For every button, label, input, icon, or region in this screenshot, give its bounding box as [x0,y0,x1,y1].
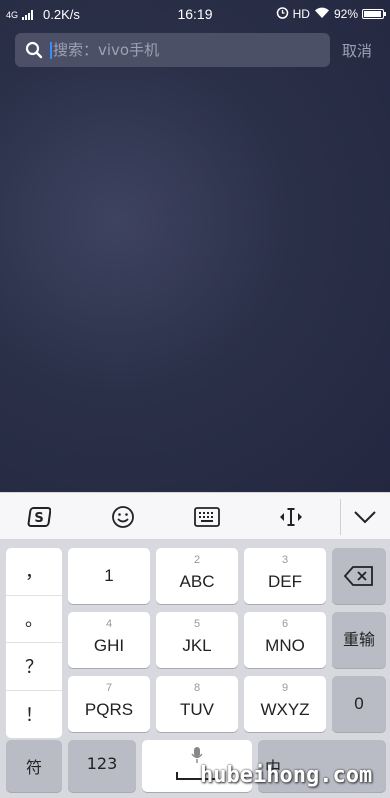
status-right: HD 92% [276,6,386,22]
battery-percent: 92% [333,7,358,21]
hd-label: HD [292,7,310,21]
key-0[interactable]: 0 [332,676,386,732]
toolbar-divider [340,499,341,535]
key-label: TUV [180,700,214,719]
symbol-key[interactable]: 符 [6,740,62,792]
emoji-icon[interactable] [108,503,138,531]
backspace-icon [343,566,374,591]
punctuation-column: ， 。 ？ ！ [6,548,62,738]
key-number: 8 [193,682,201,694]
key-number: 6 [281,618,289,630]
key-wxyz[interactable]: 9 WXYZ [244,676,326,732]
key-label: 123 [86,754,118,773]
app-background [0,0,390,492]
key-def[interactable]: 3 DEF [244,548,326,604]
alarm-icon [276,6,289,22]
watermark: hubeihong.com [200,763,373,788]
key-label: PQRS [84,700,134,719]
key-number: 4 [105,618,113,630]
sogou-logo-icon[interactable]: S [24,503,54,531]
key-pqrs[interactable]: 7 PQRS [68,676,150,732]
key-label: DEF [268,572,302,591]
svg-text:S: S [34,511,43,526]
keyboard: ， 。 ？ ！ 1 2 ABC 3 DEF 4 GHI 5 JKL 6 MNO … [0,540,390,798]
battery-icon [362,9,386,19]
key-label: GHI [93,636,125,655]
key-number: 9 [281,682,289,694]
key-label: 符 [25,758,42,777]
numbers-key[interactable]: 123 [68,740,136,792]
punct-key[interactable]: ， [6,548,62,596]
battery-fill [364,11,381,17]
status-bar: 4G 0.2K/s 16:19 HD 92% [0,0,390,28]
key-ghi[interactable]: 4 GHI [68,612,150,668]
key-number: 7 [105,682,113,694]
key-label: WXYZ [260,700,310,719]
key-number: 3 [281,554,289,566]
search-input[interactable] [53,37,323,63]
key-jkl[interactable]: 5 JKL [156,612,238,668]
key-mno[interactable]: 6 MNO [244,612,326,668]
search-icon [25,41,43,64]
text-cursor [50,42,52,59]
wifi-icon [314,7,330,22]
key-number: 2 [193,554,201,566]
search-bar[interactable] [15,33,330,67]
cursor-move-icon[interactable] [276,503,306,531]
key-abc[interactable]: 2 ABC [156,548,238,604]
key-label: MNO [265,636,305,655]
collapse-icon[interactable] [350,503,380,531]
cancel-button[interactable]: 取消 [342,40,372,61]
backspace-key[interactable] [332,548,386,604]
reenter-key[interactable]: 重输 [332,612,386,668]
key-number: 5 [193,618,201,630]
key-tuv[interactable]: 8 TUV [156,676,238,732]
key-label: JKL [182,636,212,655]
key-label: 1 [104,566,114,585]
keyboard-icon[interactable] [192,503,222,531]
punct-key[interactable]: ？ [6,643,62,691]
key-label: 重输 [342,630,375,649]
punct-key[interactable]: 。 [6,596,62,643]
key-1[interactable]: 1 [68,548,150,604]
keyboard-toolbar: S [0,492,390,540]
key-label: 0 [354,694,364,713]
punct-key[interactable]: ！ [6,691,62,739]
key-label: ABC [179,572,215,591]
